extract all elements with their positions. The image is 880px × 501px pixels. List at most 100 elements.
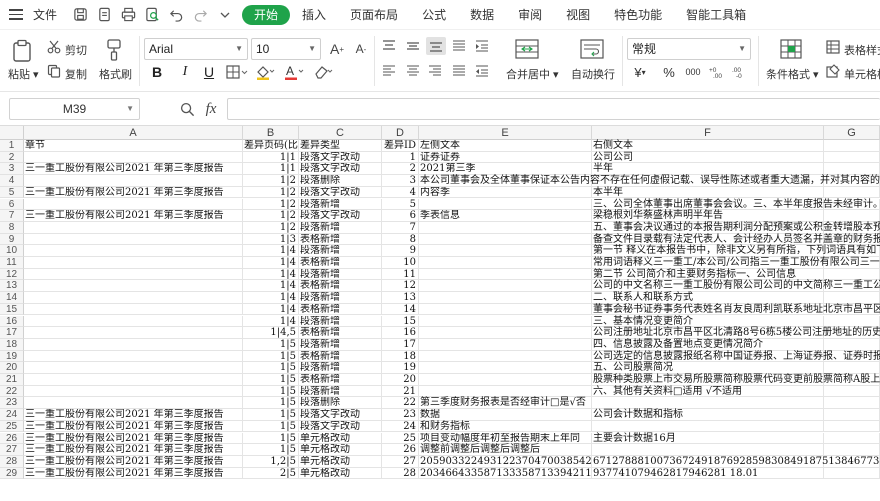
export-pdf-icon[interactable] xyxy=(95,5,114,24)
cell-g[interactable] xyxy=(824,315,880,328)
cell-g[interactable] xyxy=(824,409,880,421)
table-style-button[interactable]: 表格样式 xyxy=(844,42,880,58)
merge-center-icon[interactable] xyxy=(513,37,541,61)
row-header[interactable]: 23 xyxy=(0,397,24,410)
cell-b[interactable]: 1|2 xyxy=(243,175,299,187)
cell-e[interactable] xyxy=(419,350,592,363)
file-menu[interactable]: 文件 xyxy=(33,6,57,23)
cell-c[interactable]: 段落删除 xyxy=(299,397,382,410)
cell-d[interactable]: 23 xyxy=(382,409,419,421)
hamburger-menu-icon[interactable] xyxy=(9,9,23,20)
cell-c[interactable]: 段落新增 xyxy=(299,385,382,398)
row-header[interactable]: 11 xyxy=(0,257,24,269)
cell-f[interactable]: 第一节 释义在本报告书中，除非文义另有所指，下列词语具有如下含义 xyxy=(592,245,880,257)
align-center-icon[interactable] xyxy=(404,63,422,79)
row-header[interactable]: 17 xyxy=(0,327,24,339)
cell-d[interactable]: 18 xyxy=(382,350,419,363)
cell-e[interactable]: 项目变动幅度年初至报告期末上年同 xyxy=(419,432,592,445)
cell-e[interactable] xyxy=(419,338,592,351)
cell-d[interactable]: 11 xyxy=(382,268,419,281)
cell-g[interactable] xyxy=(824,385,880,398)
align-bottom-icon[interactable] xyxy=(426,37,446,55)
cell-style-icon[interactable] xyxy=(825,63,841,79)
cell-b[interactable]: 1|5 xyxy=(243,338,299,351)
increase-font-icon[interactable]: A + xyxy=(327,39,347,59)
cell-c[interactable]: 表格新增 xyxy=(299,280,382,293)
cell-a[interactable] xyxy=(24,327,243,339)
cell-b[interactable]: 1|5 xyxy=(243,420,299,433)
cell-b[interactable]: 1|2 xyxy=(243,221,299,234)
cell-c[interactable]: 段落文字改动 xyxy=(299,210,382,222)
indent-decrease-icon[interactable] xyxy=(473,63,491,79)
cell-c[interactable]: 段落文字改动 xyxy=(299,420,382,433)
cell-b[interactable]: 1|4,5 xyxy=(243,327,299,339)
row-header[interactable]: 27 xyxy=(0,444,24,456)
wrap-text-button[interactable]: 自动换行 xyxy=(571,66,615,82)
cell-f[interactable]: 6712788810073672491876928598308491875138… xyxy=(592,455,880,468)
italic-button[interactable]: I xyxy=(176,63,194,81)
cell-c[interactable]: 段落新增 xyxy=(299,362,382,374)
cell-f[interactable]: 公司选定的信息披露报纸名称中国证券报、上海证券报、证券时报 xyxy=(592,350,880,363)
row-header[interactable]: 20 xyxy=(0,362,24,374)
cell-e[interactable]: 季表信息 xyxy=(419,210,592,222)
column-header-d[interactable]: D xyxy=(382,126,419,140)
cell-b[interactable]: 差异页码(比 xyxy=(243,140,299,152)
cell-a[interactable] xyxy=(24,385,243,398)
menu-data[interactable]: 数据 xyxy=(458,5,506,25)
cell-f[interactable]: 公司会计数据和指标 xyxy=(592,409,824,421)
row-header[interactable]: 3 xyxy=(0,163,24,176)
distributed-align-icon[interactable] xyxy=(450,63,468,79)
row-header[interactable]: 18 xyxy=(0,338,24,351)
cell-c[interactable]: 表格新增 xyxy=(299,327,382,339)
cell-d[interactable]: 14 xyxy=(382,303,419,316)
cell-f[interactable] xyxy=(592,444,824,456)
table-style-icon[interactable] xyxy=(825,39,841,55)
cell-d[interactable]: 25 xyxy=(382,432,419,445)
cell-b[interactable]: 1|4 xyxy=(243,245,299,257)
cell-a[interactable]: 三一重工股份有限公司2021 年第三季度报告 xyxy=(24,467,243,480)
cell-f[interactable] xyxy=(592,420,824,433)
cell-c[interactable]: 段落文字改动 xyxy=(299,186,382,199)
cell-e[interactable] xyxy=(419,374,592,386)
row-header[interactable]: 14 xyxy=(0,292,24,304)
cell-c[interactable]: 单元格改动 xyxy=(299,432,382,445)
cell-c[interactable]: 单元格改动 xyxy=(299,444,382,456)
conditional-format-icon[interactable] xyxy=(779,38,803,60)
cell-b[interactable]: 1|5 xyxy=(243,432,299,445)
font-color-icon[interactable]: A xyxy=(283,63,305,81)
underline-button[interactable]: U xyxy=(200,63,218,81)
cell-f[interactable]: 五、董事会决议通过的本报告期利润分配预案或公积金转增股本预案 xyxy=(592,221,880,234)
cell-a[interactable]: 三一重工股份有限公司2021 年第三季度报告 xyxy=(24,409,243,421)
cell-d[interactable]: 差异ID xyxy=(382,140,419,152)
cell-a[interactable] xyxy=(24,350,243,363)
cell-b[interactable]: 1|1 xyxy=(243,163,299,176)
decrease-decimal-icon[interactable]: .00 -0 xyxy=(731,63,751,81)
menu-review[interactable]: 审阅 xyxy=(506,5,554,25)
spreadsheet-grid[interactable]: A B C D E F G 1 章节 差异页码(比 差异类型 差异ID 左侧文本 右侧文本 2… xyxy=(0,126,880,501)
row-header[interactable]: 7 xyxy=(0,210,24,222)
cell-a[interactable] xyxy=(24,221,243,234)
cell-c[interactable]: 表格新增 xyxy=(299,257,382,269)
cell-e[interactable] xyxy=(419,198,592,211)
cell-e[interactable]: 调整前调整后调整后调整后 xyxy=(419,444,592,456)
column-header-g[interactable]: G xyxy=(824,126,880,140)
column-header-f[interactable]: F xyxy=(592,126,824,140)
cell-e[interactable]: 205903322493122370470038542 xyxy=(419,455,592,468)
cell-a[interactable] xyxy=(24,303,243,316)
cell-f[interactable]: 937741079462817946281 18.01 xyxy=(592,467,824,480)
cell-d[interactable]: 19 xyxy=(382,362,419,374)
cell-a[interactable] xyxy=(24,374,243,386)
cell-c[interactable]: 段落文字改动 xyxy=(299,409,382,421)
cell-a[interactable] xyxy=(24,338,243,351)
cell-c[interactable]: 表格新增 xyxy=(299,303,382,316)
formula-input[interactable] xyxy=(227,98,880,120)
cell-e[interactable]: 第三季度财务报表是否经审计□是√否 xyxy=(419,397,592,410)
row-header[interactable]: 9 xyxy=(0,233,24,246)
cell-d[interactable]: 2 xyxy=(382,163,419,176)
cell-f[interactable]: 四、信息披露及备置地点变更情况简介 xyxy=(592,338,824,351)
select-all-corner[interactable] xyxy=(0,126,24,140)
cell-a[interactable] xyxy=(24,198,243,211)
cell-e[interactable] xyxy=(419,233,592,246)
clear-format-icon[interactable] xyxy=(312,63,334,81)
row-header[interactable]: 24 xyxy=(0,409,24,421)
